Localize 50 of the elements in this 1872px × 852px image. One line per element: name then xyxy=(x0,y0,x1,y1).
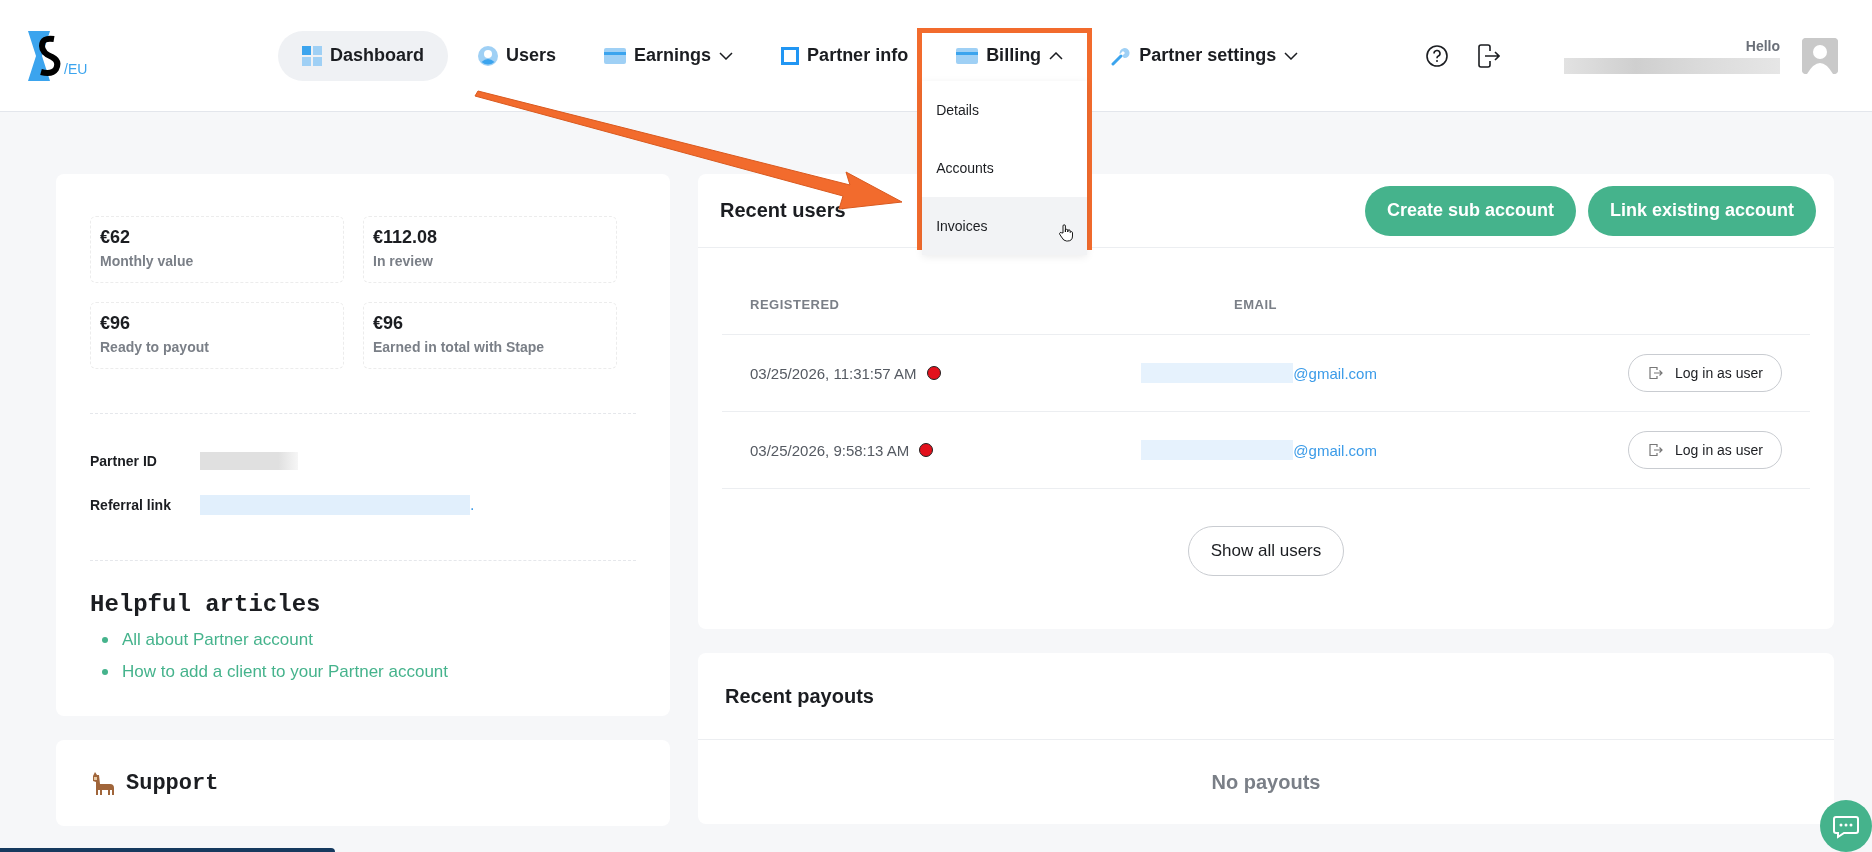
grid-icon xyxy=(302,45,322,66)
card-title: Recent users xyxy=(720,199,846,222)
menu-item[interactable]: Accounts xyxy=(922,138,1088,197)
bullet-icon xyxy=(102,669,108,675)
field-label: Partner ID xyxy=(90,453,158,469)
nav-item[interactable]: Dashboard xyxy=(278,30,449,81)
user-icon xyxy=(478,45,499,66)
nav-item[interactable]: Earnings xyxy=(586,30,752,81)
show-all-button[interactable]: Show all users xyxy=(1187,526,1345,576)
llama-icon xyxy=(90,770,116,796)
stat-label: Ready to payout xyxy=(100,339,210,355)
stat-label: Monthly value xyxy=(100,253,195,269)
greeting-text: Hello xyxy=(1745,37,1780,54)
wrench-icon xyxy=(1111,45,1132,66)
nav-item[interactable]: Billing xyxy=(938,30,1082,81)
login-button[interactable]: Log in as user xyxy=(1628,431,1782,469)
section-title: Helpful articles xyxy=(90,591,322,618)
card-title: Recent payouts xyxy=(725,684,874,708)
nav-item[interactable]: Users xyxy=(460,30,575,81)
help-icon[interactable] xyxy=(1426,44,1449,67)
card-icon xyxy=(604,47,627,64)
field-label: Referral link xyxy=(90,497,172,513)
stat-label: In review xyxy=(373,253,434,269)
stat-value: €62 xyxy=(100,227,132,248)
card-icon xyxy=(956,47,979,64)
column-header: EMAIL xyxy=(1234,296,1277,312)
region-label: /EU xyxy=(64,60,88,77)
bullet-icon xyxy=(102,637,108,643)
menu-item[interactable]: Details xyxy=(922,80,1088,139)
square-icon xyxy=(781,46,800,65)
login-button[interactable]: Log in as user xyxy=(1628,354,1782,392)
stat-value: €112.08 xyxy=(373,227,439,248)
section-title: Support xyxy=(126,770,219,796)
link-suffix: . xyxy=(470,496,475,514)
menu-item[interactable]: Invoices xyxy=(922,196,1088,255)
chat-icon[interactable] xyxy=(1820,800,1872,852)
login-icon xyxy=(1649,443,1664,457)
empty-message: No payouts xyxy=(1210,769,1322,795)
date-cell: 03/25/2026, 9:58:13 AM xyxy=(750,441,910,459)
login-icon xyxy=(1649,366,1664,380)
nav-item[interactable]: Partner settings xyxy=(1093,30,1317,81)
logout-icon[interactable] xyxy=(1478,43,1501,68)
stat-value: €96 xyxy=(373,313,405,334)
logo-icon[interactable] xyxy=(28,30,62,81)
stat-value: €96 xyxy=(100,313,132,334)
date-cell: 03/25/2026, 11:31:57 AM xyxy=(750,364,917,382)
stat-label: Earned in total with Stape xyxy=(373,339,546,355)
column-header: REGISTERED xyxy=(749,296,841,312)
hand-cursor-icon xyxy=(1059,223,1074,242)
nav-item[interactable]: Partner info xyxy=(763,30,927,81)
